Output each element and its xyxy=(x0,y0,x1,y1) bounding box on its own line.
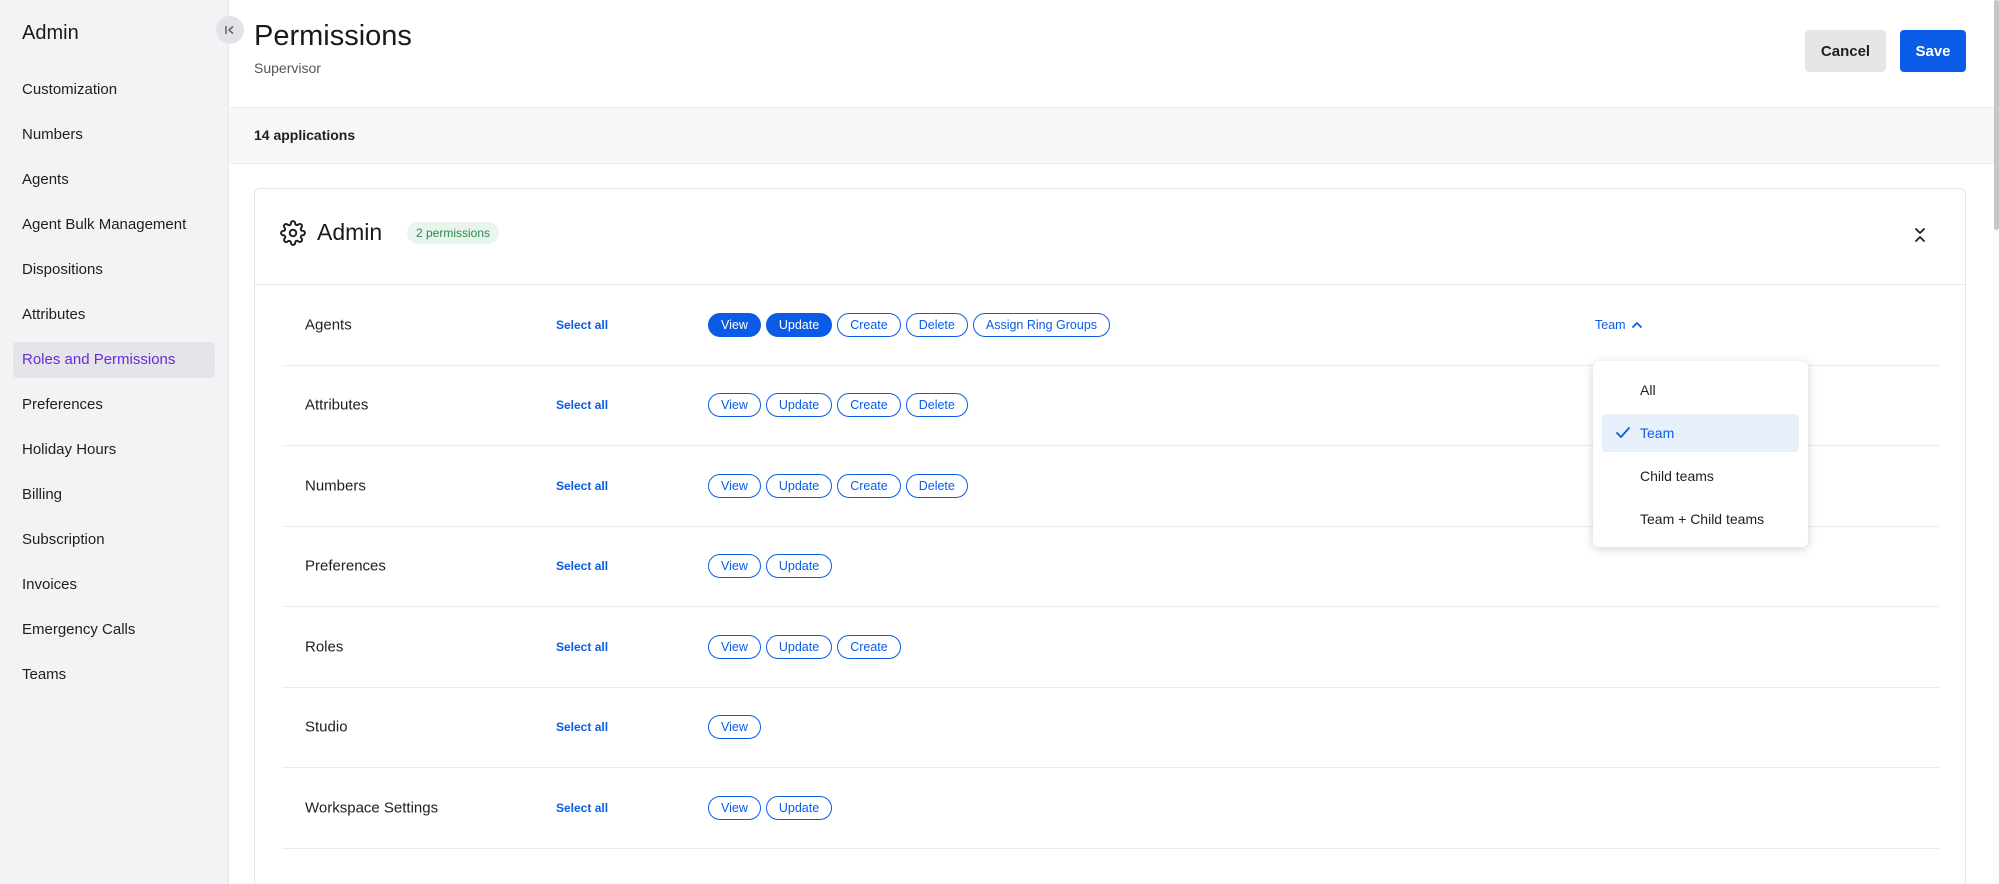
applications-count: 14 applications xyxy=(254,127,356,143)
permission-row-studio: Studio Select all View xyxy=(282,688,1940,768)
sidebar: Admin Customization Numbers Agents Agent Bu… xyxy=(0,0,229,884)
select-all-link[interactable]: Select all xyxy=(556,640,608,654)
scope-dropdown: All Team Child teams Team + Child teams xyxy=(1593,361,1808,547)
select-all-link[interactable]: Select all xyxy=(556,801,608,815)
sidebar-item-dispositions[interactable]: Dispositions xyxy=(13,252,215,288)
sidebar-item-subscription[interactable]: Subscription xyxy=(13,522,215,558)
view-permission-chip[interactable]: View xyxy=(708,554,761,579)
chevron-up-icon xyxy=(1631,321,1642,328)
permission-row-agents: Agents Select all View Update Create Delete As… xyxy=(282,285,1940,366)
scope-option-child-teams[interactable]: Child teams xyxy=(1602,457,1799,495)
view-permission-chip[interactable]: View xyxy=(708,473,761,498)
sidebar-item-emergency-calls[interactable]: Emergency Calls xyxy=(13,612,215,648)
update-permission-chip[interactable]: Update xyxy=(765,473,833,498)
select-all-link[interactable]: Select all xyxy=(556,720,608,734)
view-permission-chip[interactable]: View xyxy=(708,393,761,418)
scope-option-team[interactable]: Team xyxy=(1602,414,1799,452)
scope-select-value: Team xyxy=(1595,317,1626,332)
delete-permission-chip[interactable]: Delete xyxy=(905,473,968,498)
permissions-count-badge: 2 permissions xyxy=(407,222,500,244)
page-title: Permissions xyxy=(254,20,412,52)
collapse-left-icon xyxy=(225,25,234,35)
collapse-sidebar-button[interactable] xyxy=(216,16,244,44)
sidebar-item-roles-and-permissions[interactable]: Roles and Permissions xyxy=(13,342,215,378)
view-permission-chip[interactable]: View xyxy=(708,312,761,337)
permission-row-workspace-settings: Workspace Settings Select all View Update xyxy=(282,768,1940,849)
permission-row-label: Preferences xyxy=(305,557,386,575)
scope-option-label: Child teams xyxy=(1640,468,1714,484)
sidebar-item-numbers[interactable]: Numbers xyxy=(13,117,215,153)
permission-actions: View Update Create Delete xyxy=(708,393,968,418)
permission-actions: View xyxy=(708,715,761,740)
permission-row-label: Numbers xyxy=(305,477,366,495)
create-permission-chip[interactable]: Create xyxy=(837,312,901,337)
view-permission-chip[interactable]: View xyxy=(708,795,761,820)
permission-row-label: Workspace Settings xyxy=(305,799,439,817)
scope-option-label: Team xyxy=(1640,425,1675,441)
select-all-link[interactable]: Select all xyxy=(556,479,608,493)
sidebar-item-holiday-hours[interactable]: Holiday Hours xyxy=(13,432,215,468)
create-permission-chip[interactable]: Create xyxy=(837,473,901,498)
permission-row-roles: Roles Select all View Update Create xyxy=(282,607,1940,688)
page-scrollbar[interactable] xyxy=(1994,0,1999,884)
sidebar-item-teams[interactable]: Teams xyxy=(13,657,215,693)
assign-ring-groups-permission-chip[interactable]: Assign Ring Groups xyxy=(972,312,1111,337)
permission-actions: View Update Create Delete Assign Ring Groups xyxy=(708,312,1111,337)
card-title: Admin xyxy=(317,219,383,245)
permission-actions: View Update xyxy=(708,795,833,820)
create-permission-chip[interactable]: Create xyxy=(837,634,901,659)
select-all-link[interactable]: Select all xyxy=(556,318,608,332)
scope-option-all[interactable]: All xyxy=(1602,371,1799,409)
page-header: Permissions Supervisor Cancel Save xyxy=(230,0,1999,108)
update-permission-chip[interactable]: Update xyxy=(765,393,833,418)
applications-summary: 14 applications xyxy=(230,108,1999,164)
sidebar-item-billing[interactable]: Billing xyxy=(13,477,215,513)
permission-row-label: Roles xyxy=(305,638,344,656)
scope-option-team-child-teams[interactable]: Team + Child teams xyxy=(1602,500,1799,538)
save-button[interactable]: Save xyxy=(1900,30,1966,72)
scope-option-label: All xyxy=(1640,382,1656,398)
create-permission-chip[interactable]: Create xyxy=(837,393,901,418)
scope-option-label: Team + Child teams xyxy=(1640,511,1765,527)
sidebar-item-customization[interactable]: Customization xyxy=(13,72,215,108)
permission-actions: View Update xyxy=(708,554,833,579)
update-permission-chip[interactable]: Update xyxy=(765,312,833,337)
sidebar-item-agent-bulk-management[interactable]: Agent Bulk Management xyxy=(13,207,215,243)
delete-permission-chip[interactable]: Delete xyxy=(905,393,968,418)
update-permission-chip[interactable]: Update xyxy=(765,554,833,579)
scrollbar-thumb[interactable] xyxy=(1994,0,1999,230)
scope-select[interactable]: Team xyxy=(1595,318,1643,332)
update-permission-chip[interactable]: Update xyxy=(765,634,833,659)
view-permission-chip[interactable]: View xyxy=(708,715,761,740)
delete-permission-chip[interactable]: Delete xyxy=(905,312,968,337)
permission-row-label: Attributes xyxy=(305,396,369,414)
view-permission-chip[interactable]: View xyxy=(708,634,761,659)
sidebar-item-attributes[interactable]: Attributes xyxy=(13,297,215,333)
check-icon xyxy=(1616,427,1630,438)
collapse-vertical-icon[interactable] xyxy=(1910,225,1930,245)
sidebar-item-preferences[interactable]: Preferences xyxy=(13,387,215,423)
permission-row-label: Studio xyxy=(305,718,348,736)
sidebar-item-agents[interactable]: Agents xyxy=(13,162,215,198)
sidebar-item-invoices[interactable]: Invoices xyxy=(13,567,215,603)
sidebar-title: Admin xyxy=(22,22,79,44)
gear-icon xyxy=(280,220,306,246)
select-all-link[interactable]: Select all xyxy=(556,559,608,573)
permission-row-label: Agents xyxy=(305,316,352,334)
sidebar-nav: Customization Numbers Agents Agent Bulk Man… xyxy=(13,72,215,702)
card-header: Admin 2 permissions xyxy=(255,189,1965,285)
page-subtitle: Supervisor xyxy=(254,60,321,76)
permission-actions: View Update Create xyxy=(708,634,901,659)
cancel-button[interactable]: Cancel xyxy=(1805,30,1886,72)
permission-actions: View Update Create Delete xyxy=(708,473,968,498)
update-permission-chip[interactable]: Update xyxy=(765,795,833,820)
select-all-link[interactable]: Select all xyxy=(556,398,608,412)
